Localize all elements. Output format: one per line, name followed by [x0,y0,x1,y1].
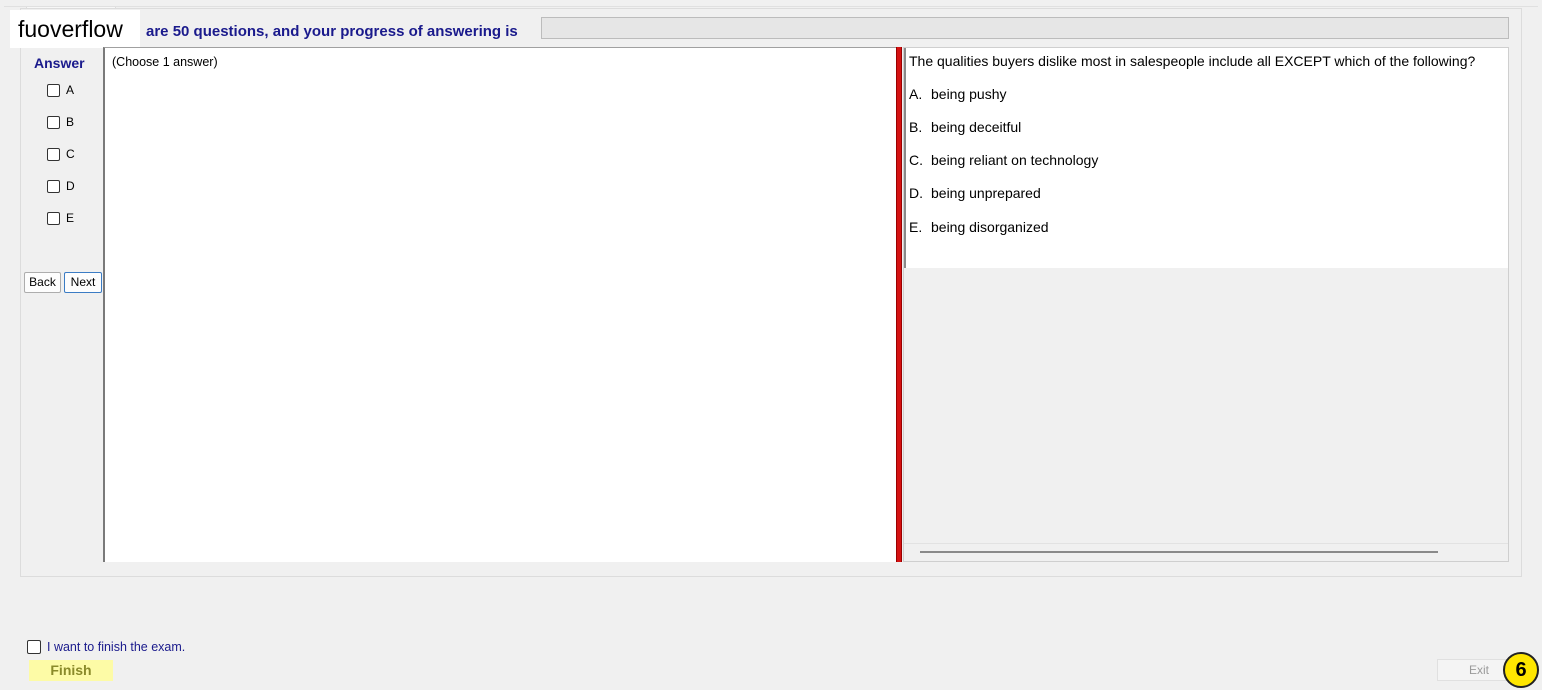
option-d: D. being unprepared [909,185,1041,201]
checkbox-d[interactable] [47,179,60,193]
choice-e[interactable]: E [47,210,74,226]
option-b-letter: B. [909,119,923,135]
progress-label: are 50 questions, and your progress of a… [146,23,518,40]
brand-logo: fuoverflow [10,10,140,48]
choice-a[interactable]: A [47,82,74,98]
option-e-text: being disorganized [931,219,1049,235]
option-a-letter: A. [909,86,923,102]
checkbox-e[interactable] [47,211,60,225]
option-c-text: being reliant on technology [931,152,1099,168]
choice-b[interactable]: B [47,114,74,130]
finish-checkbox[interactable] [27,640,41,654]
choose-hint: (Choose 1 answer) [112,55,218,69]
scrollbar-thumb[interactable] [920,551,1438,553]
question-box: The qualities buyers dislike most in sal… [904,48,1508,268]
back-button[interactable]: Back [24,272,61,293]
page-badge: 6 [1503,652,1539,688]
progress-bar [541,17,1509,39]
choice-a-label: A [66,83,75,97]
option-a: A. being pushy [909,86,1007,102]
option-d-text: being unprepared [931,185,1041,201]
next-button[interactable]: Next [64,272,102,293]
option-e: E. being disorganized [909,219,1049,235]
finish-button[interactable]: Finish [29,660,113,681]
option-c: C. being reliant on technology [909,152,1098,168]
choice-e-label: E [66,211,75,225]
pane-splitter[interactable] [896,47,902,562]
checkbox-b[interactable] [47,115,60,129]
horizontal-scrollbar[interactable] [904,543,1508,561]
option-d-letter: D. [909,185,923,201]
option-c-letter: C. [909,152,923,168]
checkbox-c[interactable] [47,147,60,161]
option-a-text: being pushy [931,86,1007,102]
option-b-text: being deceitful [931,119,1022,135]
finish-exam-checkbox[interactable]: I want to finish the exam. [27,640,185,654]
choice-d[interactable]: D [47,178,75,194]
choice-b-label: B [66,115,75,129]
checkbox-a[interactable] [47,83,60,97]
choice-d-label: D [66,179,75,193]
finish-checkbox-label: I want to finish the exam. [47,640,186,654]
question-text: The qualities buyers dislike most in sal… [909,53,1476,69]
question-pane: The qualities buyers dislike most in sal… [903,47,1509,562]
choice-c-label: C [66,147,75,161]
choice-c[interactable]: C [47,146,75,162]
answer-heading: Answer [34,55,85,71]
option-e-letter: E. [909,219,923,235]
answer-notes-pane: (Choose 1 answer) [103,47,896,562]
option-b: B. being deceitful [909,119,1021,135]
